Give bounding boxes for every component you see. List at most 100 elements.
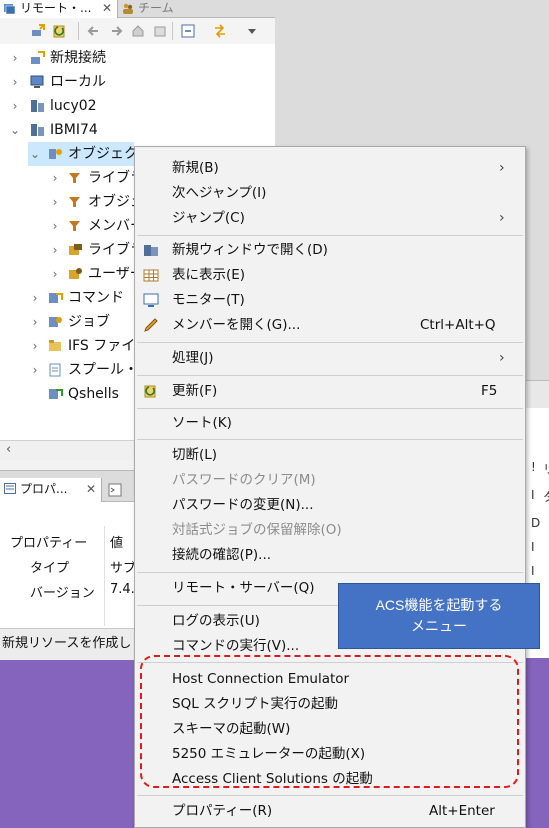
submenu-arrow-icon: ›	[499, 160, 505, 176]
menu-item-sort[interactable]: ソート(K)	[135, 411, 525, 436]
home-icon[interactable]	[130, 23, 146, 39]
expand-twisty-icon[interactable]: ›	[30, 310, 40, 334]
tree-node-label: ジョブ	[68, 314, 110, 330]
table-icon	[143, 269, 159, 282]
tab-team[interactable]: チーム	[118, 0, 275, 18]
tab-remote-label: リモート・...	[20, 1, 92, 15]
tree-node-objects[interactable]: ⌄ オブジェクト	[28, 142, 152, 166]
server-icon	[31, 124, 44, 136]
expand-twisty-icon[interactable]: ›	[10, 70, 20, 94]
menu-item-properties[interactable]: プロパティー(R) Alt+Enter	[135, 799, 525, 824]
menu-item-actions[interactable]: 処理(J) ›	[135, 346, 525, 371]
menu-separator	[137, 439, 523, 440]
properties-header-property: プロパティー	[10, 536, 88, 551]
expand-twisty-icon[interactable]: ›	[50, 238, 60, 262]
pencil-icon	[144, 318, 158, 332]
close-icon[interactable]: ✕	[86, 478, 96, 500]
tree-node-label: Qshells	[68, 386, 119, 402]
computer-icon	[30, 75, 44, 88]
expand-twisty-icon[interactable]: ›	[10, 94, 20, 118]
collapse-twisty-icon[interactable]: ⌄	[30, 142, 40, 166]
console-icon[interactable]	[108, 483, 122, 497]
table-cell: !	[531, 460, 536, 474]
menu-item-label: 対話式ジョブの保留解除(O)	[172, 522, 342, 538]
properties-icon	[4, 483, 16, 494]
tree-node-label: コマンド	[68, 290, 124, 306]
object-subsystem-icon	[49, 149, 62, 159]
back-icon[interactable]	[86, 23, 102, 39]
expand-twisty-icon[interactable]: ›	[50, 190, 60, 214]
table-cell: I	[531, 488, 535, 502]
tab-team-label: チーム	[138, 1, 174, 15]
menu-item-label: 次へジャンプ(I)	[172, 185, 267, 201]
refresh-icon[interactable]	[52, 23, 68, 39]
new-connection-icon	[31, 51, 45, 64]
menu-item-go-to[interactable]: ジャンプ(C) ›	[135, 206, 525, 231]
job-icon	[49, 317, 62, 327]
menu-item-label: リモート・サーバー(Q)	[172, 580, 315, 596]
tab-remote-systems[interactable]: リモート・... ✕	[0, 0, 118, 18]
menu-item-label: 処理(J)	[172, 350, 214, 366]
view-tab-bar: リモート・... ✕ チーム	[0, 0, 275, 18]
scroll-left-icon[interactable]: ‹	[6, 442, 11, 457]
expand-twisty-icon[interactable]: ›	[30, 358, 40, 382]
link-with-editor-icon[interactable]	[212, 23, 228, 39]
menu-item-label: モニター(T)	[172, 292, 245, 308]
table-cell: リ	[543, 460, 549, 477]
expand-twisty-icon[interactable]: ›	[30, 286, 40, 310]
tree-node-label: 新規接続	[50, 50, 106, 66]
menu-item-change-password[interactable]: パスワードの変更(N)...	[135, 493, 525, 518]
expand-twisty-icon[interactable]: ›	[10, 46, 20, 70]
menu-item-release-interactive-job: 対話式ジョブの保留解除(O)	[135, 518, 525, 543]
menu-item-verify-connection[interactable]: 接続の確認(P)...	[135, 543, 525, 568]
qshell-icon	[49, 389, 63, 399]
tab-properties[interactable]: プロパ... ✕	[0, 478, 102, 502]
user-library-icon	[69, 268, 82, 279]
menu-separator	[137, 795, 523, 796]
menu-item-label: ジャンプ(C)	[172, 210, 245, 226]
view-menu-icon[interactable]	[244, 23, 260, 39]
menu-separator	[137, 375, 523, 376]
close-icon[interactable]: ✕	[102, 0, 112, 17]
menu-item-refresh[interactable]: 更新(F) F5	[135, 379, 525, 404]
expand-twisty-icon[interactable]: ›	[50, 166, 60, 190]
monitor-icon	[143, 293, 159, 307]
table-cell: タ	[543, 488, 549, 505]
collapse-twisty-icon[interactable]: ⌄	[10, 118, 20, 142]
acs-menu-highlight	[140, 655, 519, 788]
expand-twisty-icon[interactable]: ›	[30, 334, 40, 358]
callout-line-1: ACS機能を起動する	[375, 597, 503, 613]
collapse-all-icon[interactable]	[180, 23, 196, 39]
new-connection-icon[interactable]	[30, 23, 46, 39]
team-icon	[123, 3, 133, 14]
menu-item-label: 接続の確認(P)...	[172, 547, 272, 563]
menu-item-new[interactable]: 新規(B) ›	[135, 156, 525, 181]
tree-node-label: ローカル	[50, 74, 106, 90]
submenu-arrow-icon: ›	[499, 350, 505, 366]
spool-file-icon	[49, 363, 61, 377]
new-window-icon	[144, 245, 158, 256]
table-cell: I	[531, 540, 535, 554]
menu-item-label: ソート(K)	[172, 415, 232, 431]
menu-item-monitor[interactable]: モニター(T)	[135, 288, 525, 313]
up-icon[interactable]	[152, 23, 168, 39]
properties-header-value: 値	[110, 536, 124, 551]
menu-item-open-member[interactable]: メンバーを開く(G)... Ctrl+Alt+Q	[135, 313, 525, 338]
menu-separator	[137, 342, 523, 343]
menu-item-accelerator: Ctrl+Alt+Q	[420, 317, 496, 333]
expand-twisty-icon[interactable]: ›	[50, 262, 60, 286]
refresh-icon	[144, 385, 156, 398]
menu-item-label: 更新(F)	[172, 383, 218, 399]
status-text: 新規リソースを作成し	[2, 636, 132, 651]
submenu-arrow-icon: ›	[499, 210, 505, 226]
command-icon	[49, 293, 63, 303]
tree-node-label: IBMI74	[50, 122, 98, 138]
menu-item-show-in-table[interactable]: 表に表示(E)	[135, 263, 525, 288]
forward-icon[interactable]	[108, 23, 124, 39]
expand-twisty-icon[interactable]: ›	[50, 214, 60, 238]
menu-item-go-into[interactable]: 次へジャンプ(I)	[135, 181, 525, 206]
menu-item-accelerator: Alt+Enter	[429, 803, 495, 819]
menu-item-open-new-window[interactable]: 新規ウィンドウで開く(D)	[135, 238, 525, 263]
callout-line-2: メニュー	[411, 618, 467, 634]
menu-item-disconnect[interactable]: 切断(L)	[135, 443, 525, 468]
